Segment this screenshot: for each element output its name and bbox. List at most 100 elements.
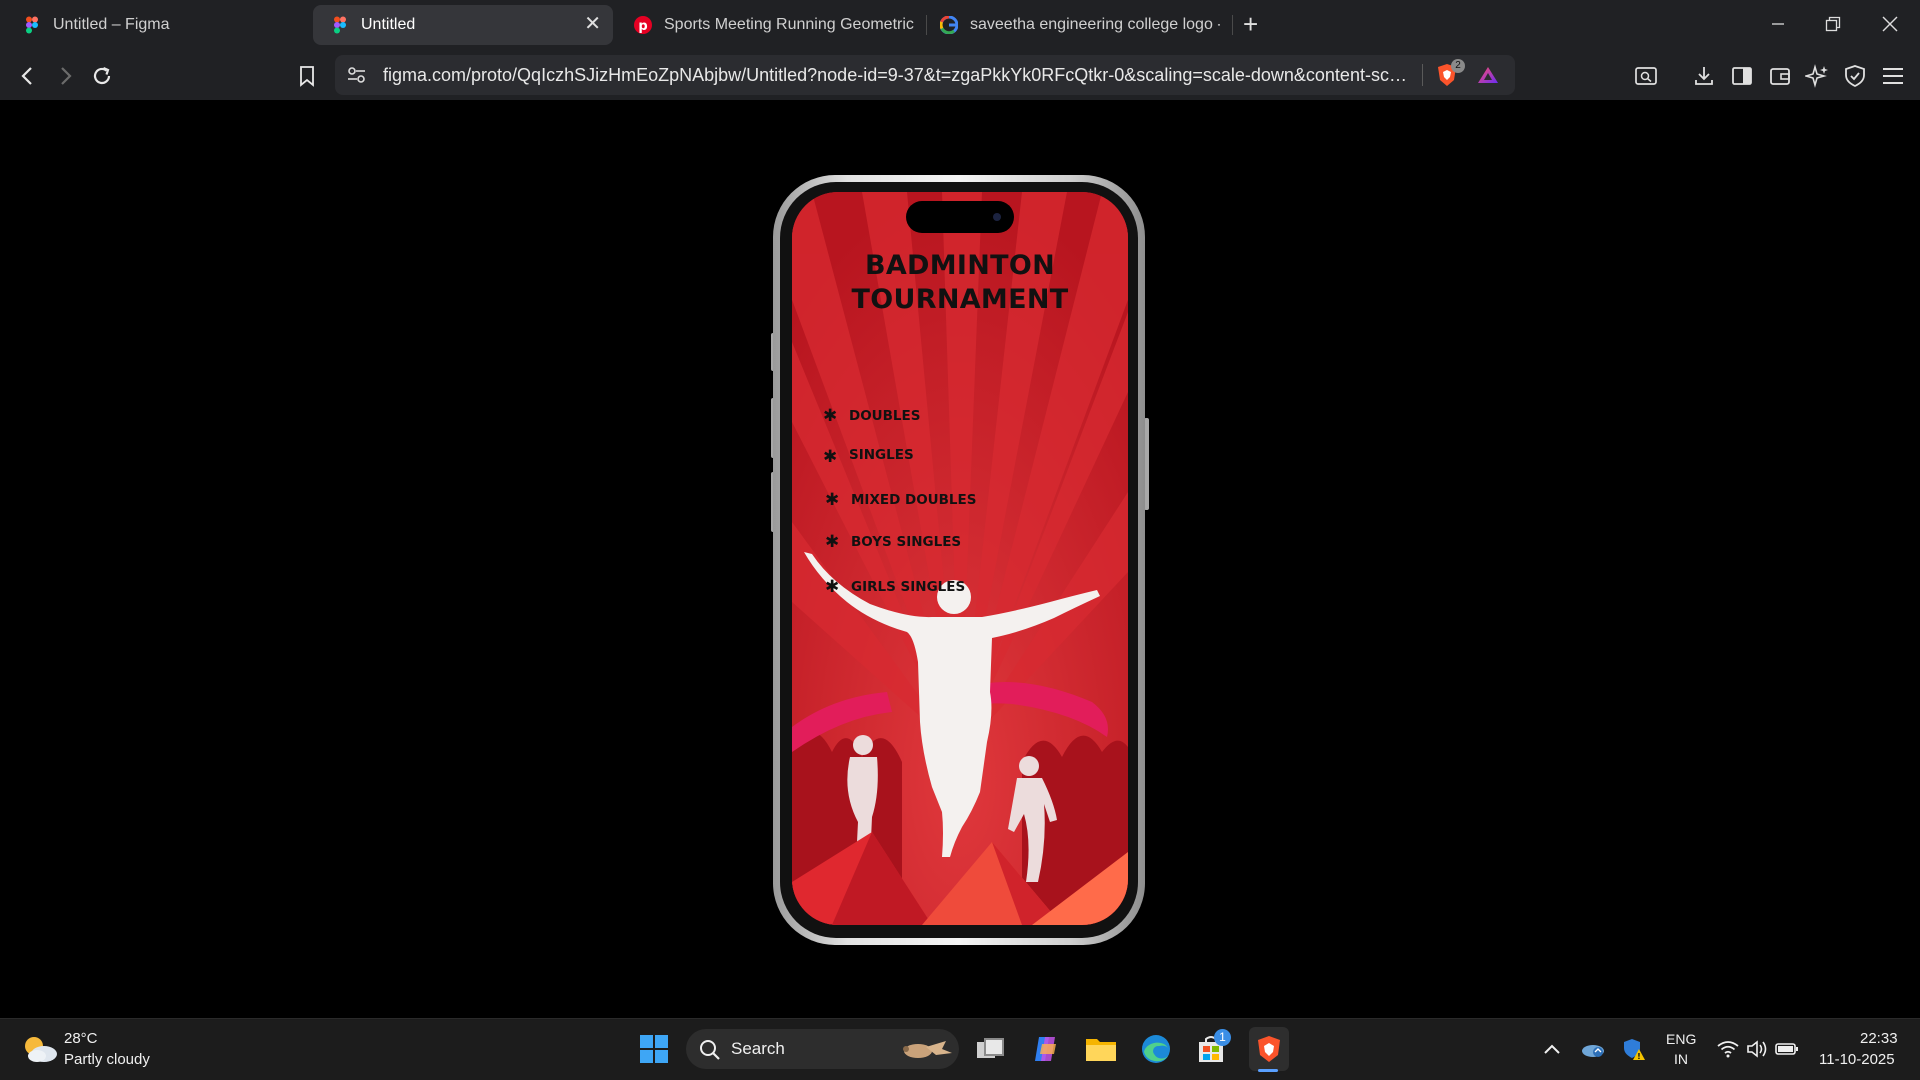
vpn-button[interactable] [1842,63,1868,89]
back-button[interactable] [14,62,42,90]
windows-logo-icon [640,1035,668,1063]
poster-title-line2: TOURNAMENT [851,284,1069,315]
file-explorer-button[interactable] [1084,1032,1118,1066]
figma-icon [26,16,38,34]
close-tab-icon[interactable]: ✕ [584,14,601,34]
shields-count-badge: 2 [1451,59,1465,73]
omnibox-divider [1422,64,1423,86]
google-icon [940,16,958,34]
search-icon [700,1040,720,1060]
show-hidden-icons-button[interactable] [1535,1032,1569,1066]
event-bullet: ✱ [825,490,840,510]
poster-title-line1: BADMINTON [864,250,1056,281]
tab-untitled-figma[interactable]: Untitled – Figma [5,5,310,45]
event-mixed-doubles: MIXED DOUBLES [851,492,977,508]
figma-icon [334,16,346,34]
event-boys-singles: BOYS SINGLES [851,534,962,550]
menu-button[interactable] [1880,63,1906,89]
front-camera [993,213,1001,221]
search-highlight-illustration-icon [903,1041,952,1058]
downloads-button[interactable] [1691,63,1717,89]
restore-button[interactable] [1813,8,1853,40]
start-button[interactable] [637,1032,671,1066]
close-icon [1882,16,1898,32]
minimize-button[interactable] [1758,8,1798,40]
brave-browser-button[interactable] [1249,1027,1289,1071]
copilot-button[interactable] [1028,1032,1062,1066]
battery-tray-icon[interactable] [1770,1032,1804,1066]
clock-date[interactable]: 11-10-2025 [1819,1051,1895,1068]
reload-icon [93,66,111,85]
active-app-indicator [1258,1069,1278,1072]
bookmark-icon [300,66,314,87]
minimize-icon [1772,23,1784,25]
store-notification-badge: 1 [1214,1029,1231,1046]
volume-tray-icon[interactable] [1740,1032,1774,1066]
chevron-up-icon [1544,1044,1560,1054]
arrow-right-icon [61,67,72,85]
language-region[interactable]: IN [1674,1051,1688,1067]
arrow-left-icon [21,67,32,85]
edge-icon [1142,1035,1170,1063]
tab-untitled-active[interactable]: Untitled ✕ [313,5,613,45]
defender-warning-icon: ! [1624,1039,1645,1061]
url-text[interactable]: figma.com/proto/QqIczhSJizHmEoZpNAbjbw/U… [383,65,1413,86]
bookmark-button[interactable] [293,62,321,90]
weather-temperature[interactable]: 28°C [64,1030,98,1047]
tab-title: saveetha engineering college logo - G [970,16,1220,33]
sidebar-icon [1732,67,1752,85]
event-bullet: ✱ [825,577,840,597]
pinterest-icon: p [634,16,652,34]
wallet-button[interactable] [1767,63,1793,89]
tab-title: Untitled [361,16,416,33]
new-tab-button[interactable]: + [1243,10,1258,38]
task-view-button[interactable] [974,1032,1008,1066]
brave-lion-icon [1258,1036,1280,1062]
brave-rewards-icon[interactable] [1477,66,1499,84]
onedrive-tray-icon[interactable] [1576,1032,1610,1066]
event-doubles: DOUBLES [849,408,921,424]
svg-text:p: p [638,19,647,34]
event-singles: SINGLES [849,447,914,463]
svg-text:!: ! [1637,1052,1641,1061]
wallet-icon [1770,68,1790,85]
event-girls-singles: GIRLS SINGLES [851,579,966,595]
search-placeholder: Search [731,1039,785,1058]
tab-pinterest[interactable]: p Sports Meeting Running Geometric V [616,5,916,45]
address-bar[interactable]: figma.com/proto/QqIczhSJizHmEoZpNAbjbw/U… [335,55,1515,95]
wifi-icon [1717,1041,1739,1058]
speaker-icon [1747,1040,1767,1058]
sidebar-button[interactable] [1729,63,1755,89]
close-window-button[interactable] [1870,8,1910,40]
event-bullet: ✱ [823,447,838,467]
battery-icon [1775,1043,1798,1055]
shield-icon [1845,65,1865,88]
screenshot-button[interactable] [1633,63,1659,89]
tab-divider [1232,15,1233,35]
reload-button[interactable] [88,62,116,90]
weather-partly-cloudy-icon[interactable] [20,1030,58,1066]
sparkle-icon [1805,64,1828,88]
leo-ai-button[interactable] [1804,63,1830,89]
download-icon [1695,67,1713,85]
task-view-icon [977,1038,1004,1058]
edge-browser-button[interactable] [1139,1032,1173,1066]
forward-button[interactable] [51,62,79,90]
event-bullet: ✱ [823,406,838,426]
tab-title: Untitled – Figma [53,16,170,33]
site-settings-icon[interactable] [347,66,367,84]
taskbar-search-box[interactable]: Search [686,1029,959,1069]
language-code[interactable]: ENG [1666,1031,1696,1047]
browser-tab-strip: Untitled – Figma Untitled ✕ p Sports Mee… [0,0,1920,50]
cloud-sync-icon [1582,1045,1604,1057]
hamburger-icon [1883,68,1903,84]
screenshot-icon [1635,67,1657,85]
tab-google[interactable]: saveetha engineering college logo - G [922,5,1227,45]
event-bullet: ✱ [825,532,840,552]
browser-toolbar: figma.com/proto/QqIczhSJizHmEoZpNAbjbw/U… [0,50,1920,100]
folder-icon [1086,1039,1116,1061]
clock-time[interactable]: 22:33 [1860,1030,1898,1047]
copilot-icon [1035,1037,1056,1061]
security-tray-icon[interactable]: ! [1617,1032,1651,1066]
weather-description[interactable]: Partly cloudy [64,1051,150,1068]
